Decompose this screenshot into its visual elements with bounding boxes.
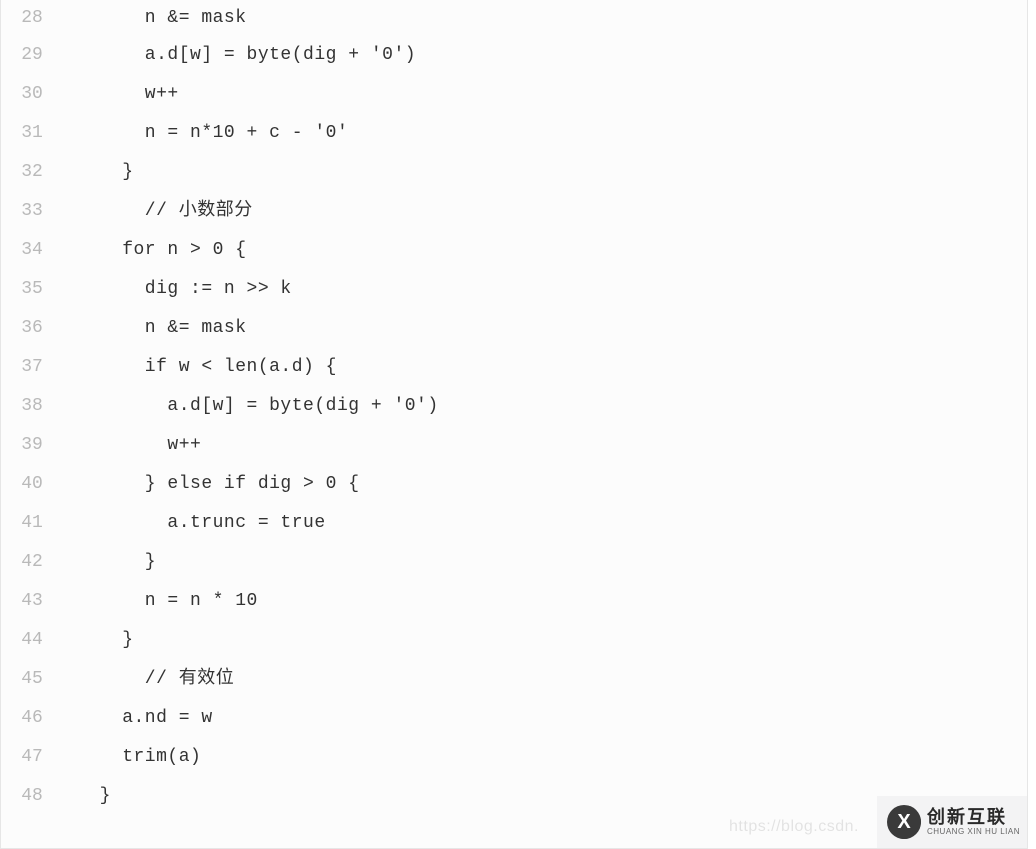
brand-logo-glyph: X	[897, 812, 910, 832]
code-text: dig := n >> k	[63, 270, 292, 309]
code-text: w++	[63, 75, 179, 114]
code-line: 42 }	[1, 543, 1027, 582]
code-text: n = n * 10	[63, 582, 258, 621]
code-text: a.trunc = true	[63, 504, 326, 543]
code-line: 31 n = n*10 + c - '0'	[1, 114, 1027, 153]
code-text: a.nd = w	[63, 699, 213, 738]
code-text: a.d[w] = byte(dig + '0')	[63, 387, 439, 426]
code-text: n = n*10 + c - '0'	[63, 114, 348, 153]
brand-badge: X 创新互联 CHUANG XIN HU LIAN	[877, 796, 1027, 848]
code-line: 38 a.d[w] = byte(dig + '0')	[1, 387, 1027, 426]
code-text: a.d[w] = byte(dig + '0')	[63, 36, 416, 75]
code-text: n &= mask	[63, 0, 247, 36]
code-text: if w < len(a.d) {	[63, 348, 337, 387]
code-text: w++	[63, 426, 201, 465]
code-line: 39 w++	[1, 426, 1027, 465]
code-text: }	[63, 621, 134, 660]
code-line: 33 // 小数部分	[1, 192, 1027, 231]
code-text: }	[63, 153, 134, 192]
code-line: 46 a.nd = w	[1, 699, 1027, 738]
code-line: 36 n &= mask	[1, 309, 1027, 348]
code-text: }	[63, 543, 156, 582]
code-line: 28 n &= mask	[1, 0, 1027, 36]
code-comment: // 有效位	[63, 660, 234, 699]
brand-text: 创新互联 CHUANG XIN HU LIAN	[927, 808, 1020, 837]
brand-logo-icon: X	[887, 805, 921, 839]
code-text: for n > 0 {	[63, 231, 247, 270]
code-lines: 28 n &= mask29 a.d[w] = byte(dig + '0')3…	[1, 0, 1027, 816]
code-line: 48 }	[1, 777, 1027, 816]
code-text: trim(a)	[63, 738, 201, 777]
code-text: } else if dig > 0 {	[63, 465, 360, 504]
code-text: n &= mask	[63, 309, 247, 348]
code-line: 35 dig := n >> k	[1, 270, 1027, 309]
code-block: 28 n &= mask29 a.d[w] = byte(dig + '0')3…	[0, 0, 1028, 849]
code-line: 40 } else if dig > 0 {	[1, 465, 1027, 504]
code-text: }	[63, 777, 111, 816]
code-line: 34 for n > 0 {	[1, 231, 1027, 270]
code-line: 29 a.d[w] = byte(dig + '0')	[1, 36, 1027, 75]
gutter	[1, 0, 63, 848]
code-line: 32 }	[1, 153, 1027, 192]
code-comment: // 小数部分	[63, 192, 253, 231]
code-line: 37 if w < len(a.d) {	[1, 348, 1027, 387]
code-line: 45 // 有效位	[1, 660, 1027, 699]
watermark-url: https://blog.csdn.	[729, 818, 859, 836]
code-line: 41 a.trunc = true	[1, 504, 1027, 543]
brand-name-pinyin: CHUANG XIN HU LIAN	[927, 828, 1020, 837]
brand-name-cn: 创新互联	[927, 808, 1020, 828]
code-line: 47 trim(a)	[1, 738, 1027, 777]
code-line: 43 n = n * 10	[1, 582, 1027, 621]
code-line: 44 }	[1, 621, 1027, 660]
code-line: 30 w++	[1, 75, 1027, 114]
